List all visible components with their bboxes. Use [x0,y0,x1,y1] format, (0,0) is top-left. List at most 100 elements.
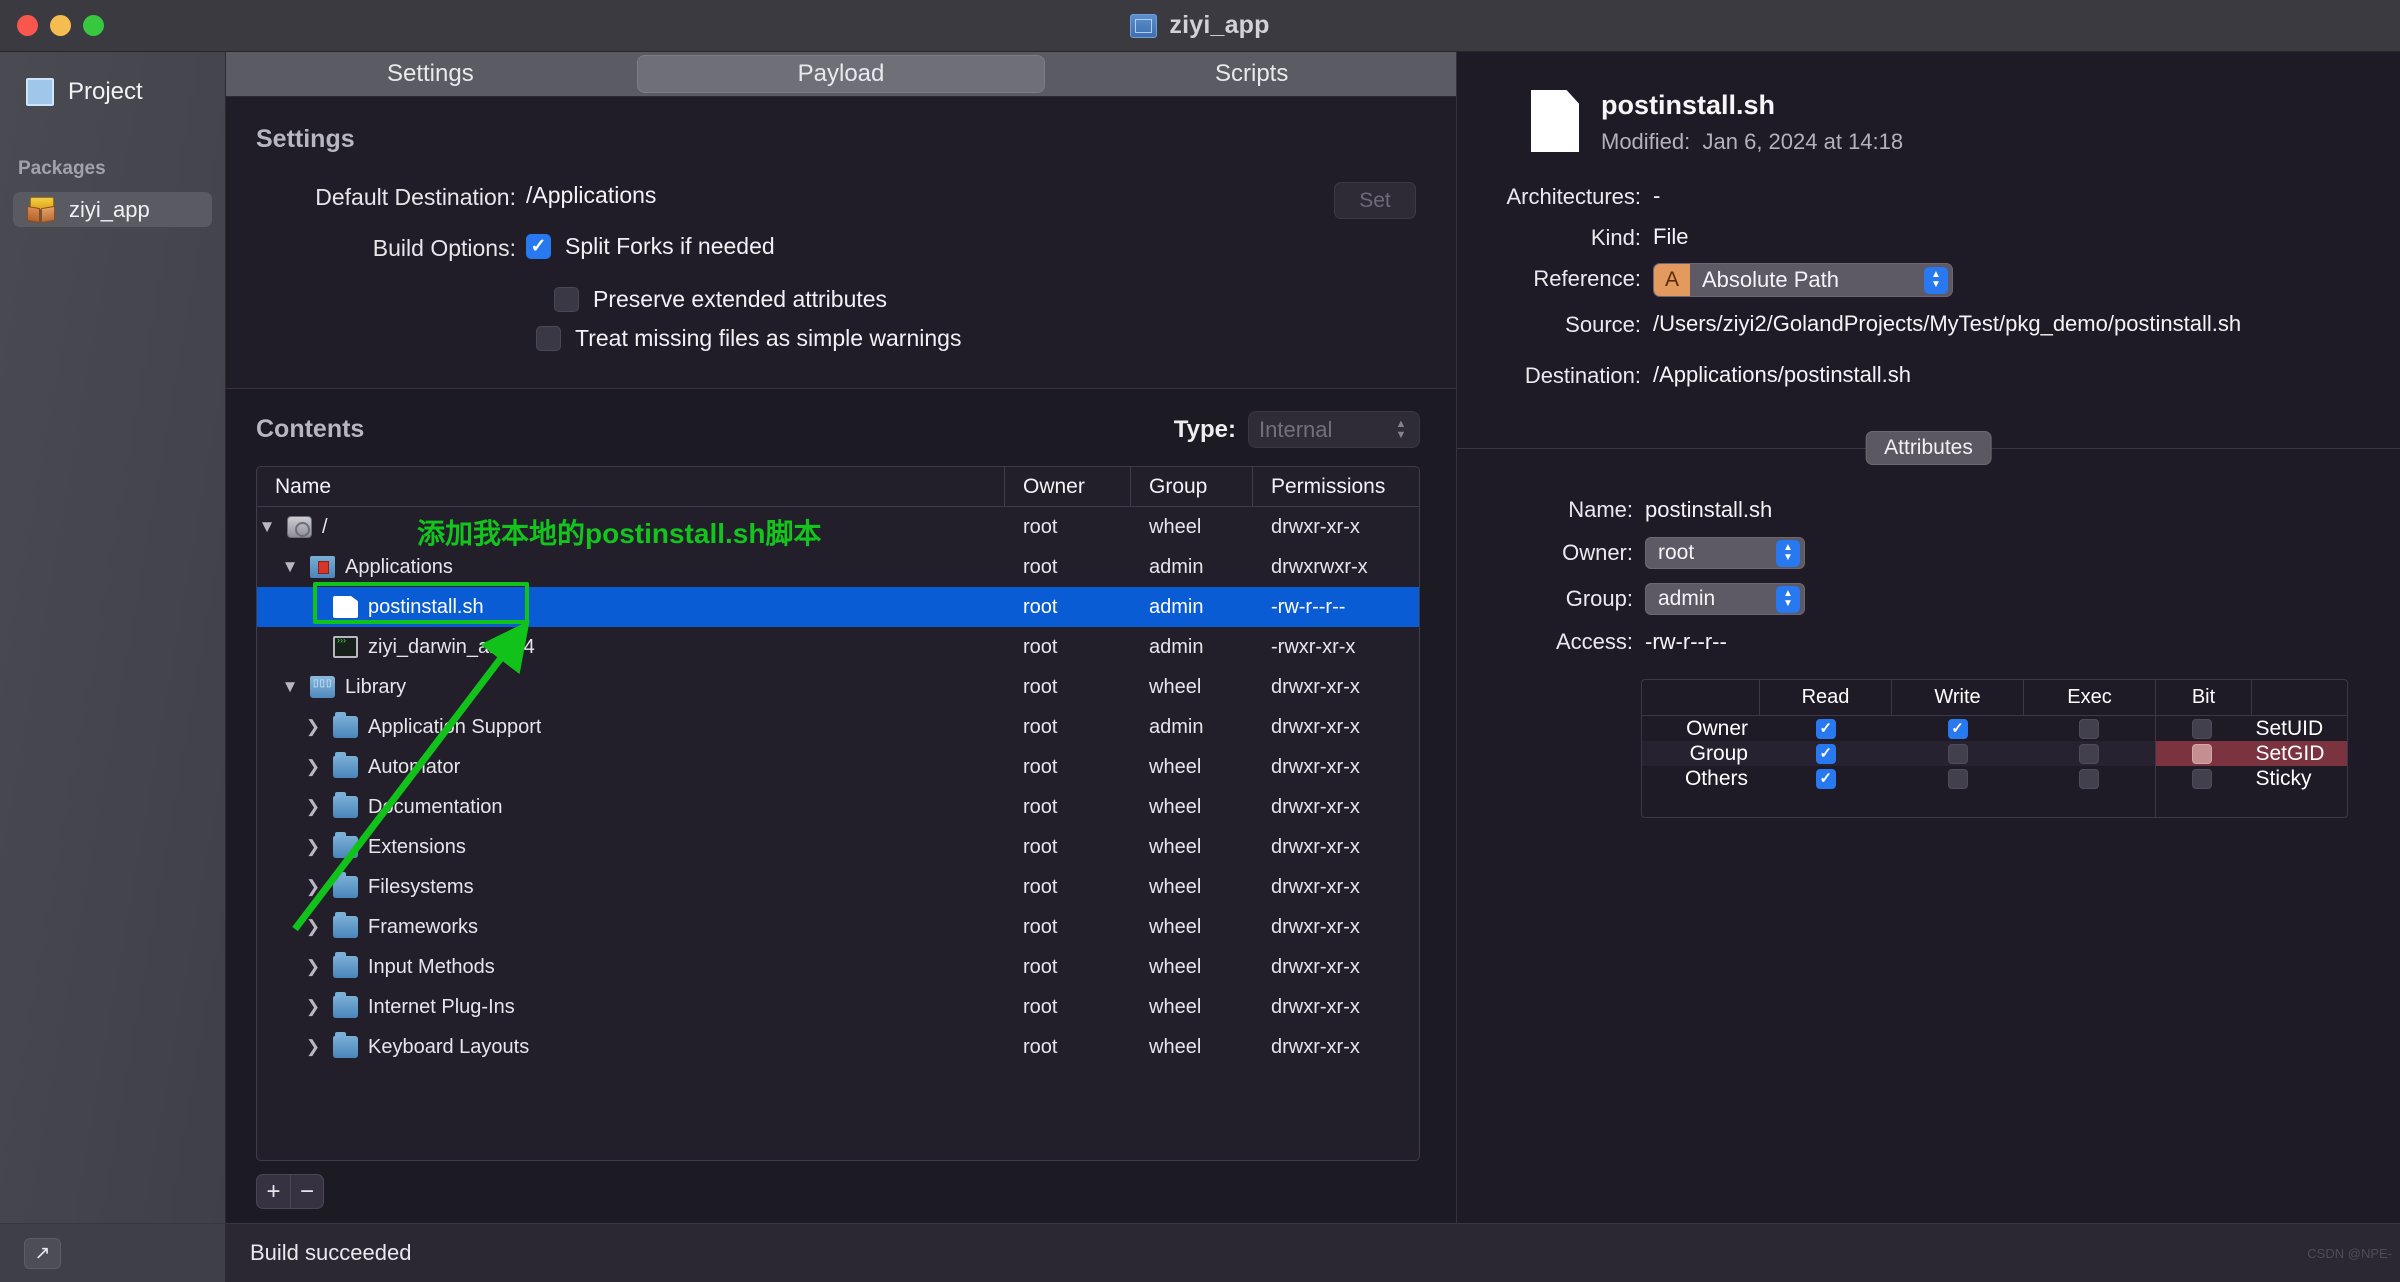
exec-checkbox-cell[interactable] [2023,718,2155,739]
treat-missing-checkbox[interactable] [536,326,561,351]
bit-label: Sticky [2255,766,2312,790]
column-header-name[interactable]: Name [257,467,1005,506]
read-checkbox[interactable] [1815,768,1836,789]
read-checkbox-cell[interactable] [1760,768,1892,789]
export-arrow-icon[interactable]: ↗ [24,1237,61,1269]
read-checkbox-cell[interactable] [1760,743,1892,764]
tab-payload[interactable]: Payload [636,55,1046,93]
table-row[interactable]: ▼ Library root wheel drwxr-xr-x [257,667,1419,707]
table-row[interactable]: ❯ Extensions root wheel drwxr-xr-x [257,827,1419,867]
reference-select[interactable]: A Absolute Path ▲ ▼ [1653,263,1953,298]
table-row[interactable]: ❯ Automator root wheel drwxr-xr-x [257,747,1419,787]
chevron-right-icon[interactable]: ❯ [303,997,323,1017]
folder-icon [333,912,358,938]
chevron-updown-icon[interactable]: ▲ ▼ [1776,585,1800,613]
add-item-button[interactable]: + [257,1175,290,1208]
column-header-owner[interactable]: Owner [1005,467,1131,506]
table-row[interactable]: ❯ Input Methods root wheel drwxr-xr-x [257,947,1419,987]
chevron-right-icon[interactable]: ❯ [303,717,323,737]
library-folder-icon [310,676,335,698]
type-select[interactable]: Internal ▲ ▼ [1248,411,1420,448]
bit-checkbox-cell[interactable] [2156,718,2248,739]
permissions-left-grid: Read Write Exec OwnerGroupOthers [1642,680,2155,817]
cell-name: ❯ Input Methods [257,952,1005,979]
bit-checkbox[interactable] [2191,718,2212,739]
option-treat-missing[interactable]: Treat missing files as simple warnings [226,325,1456,352]
maximize-button[interactable] [83,15,104,36]
table-row[interactable]: ❯ Keyboard Layouts root wheel drwxr-xr-x [257,1027,1419,1067]
permissions-bit-header-row: Bit [2156,680,2347,717]
table-row[interactable]: ▼ / root wheel drwxr-xr-x [257,507,1419,547]
exec-checkbox-cell[interactable] [2023,768,2155,789]
column-header-group[interactable]: Group [1131,467,1253,506]
chevron-right-icon[interactable]: ❯ [303,797,323,817]
table-row[interactable]: ❯ Application Support root admin drwxr-xr-x [257,707,1419,747]
minimize-button[interactable] [50,15,71,36]
exec-checkbox[interactable] [2079,718,2100,739]
exec-checkbox[interactable] [2079,768,2100,789]
chevron-down-icon[interactable]: ▼ [257,517,277,537]
attributes-tab[interactable]: Attributes [1865,431,1992,466]
remove-item-button[interactable]: − [290,1175,323,1208]
write-checkbox-cell[interactable] [1892,718,2024,739]
close-button[interactable] [17,15,38,36]
cell-owner: root [1023,875,1058,898]
option-split-forks[interactable]: Split Forks if needed [526,233,775,260]
exec-checkbox-cell[interactable] [2023,743,2155,764]
bit-checkbox-cell[interactable] [2156,768,2248,789]
bit-checkbox[interactable] [2191,768,2212,789]
write-checkbox[interactable] [1947,768,1968,789]
attributes-divider: Attributes [1457,431,2400,466]
cell-owner: root [1023,1035,1058,1058]
inspector-panel: postinstall.sh Modified: Jan 6, 2024 at … [1456,52,2400,1223]
chevron-updown-icon[interactable]: ▲ ▼ [1924,266,1948,294]
bit-checkbox-cell[interactable] [2156,743,2248,764]
table-row[interactable]: › postinstall.sh root admin -rw-r--r-- [257,587,1419,627]
group-select[interactable]: admin ▲ ▼ [1645,583,1805,616]
exec-checkbox[interactable] [2079,743,2100,764]
table-row[interactable]: ❯ Documentation root wheel drwxr-xr-x [257,787,1419,827]
table-row[interactable]: ❯ Internet Plug-Ins root wheel drwxr-xr-x [257,987,1419,1027]
read-checkbox[interactable] [1815,743,1836,764]
chevron-right-icon[interactable]: ❯ [303,1037,323,1057]
chevron-right-icon[interactable]: ❯ [303,957,323,977]
cell-group: wheel [1149,1035,1202,1058]
write-checkbox[interactable] [1947,743,1968,764]
owner-select[interactable]: root ▲ ▼ [1645,537,1805,570]
chevron-right-icon[interactable]: ❯ [303,917,323,937]
write-checkbox-cell[interactable] [1892,768,2024,789]
chevron-right-icon[interactable]: › [303,597,323,617]
attr-name-label: Name: [1568,497,1633,523]
kind-label: Kind: [1590,225,1641,251]
table-row[interactable]: › ziyi_darwin_arm64 root admin -rwxr-xr-x [257,627,1419,667]
table-row[interactable]: ❯ Frameworks root wheel drwxr-xr-x [257,907,1419,947]
column-header-permissions[interactable]: Permissions [1253,467,1419,506]
chevron-down-icon[interactable]: ▼ [280,677,300,697]
chevron-right-icon[interactable]: ❯ [303,877,323,897]
attr-owner-row: Owner: root ▲ ▼ [1457,537,2400,570]
tab-settings[interactable]: Settings [226,52,635,96]
chevron-right-icon[interactable]: ❯ [303,837,323,857]
tab-scripts[interactable]: Scripts [1047,52,1456,96]
sidebar-item-ziyi-app[interactable]: ziyi_app [13,192,212,227]
row-name-label: Application Support [368,715,542,738]
chevron-updown-icon[interactable]: ▲ ▼ [1776,539,1800,567]
sidebar-item-project[interactable]: Project [0,78,225,106]
table-row[interactable]: ❯ Filesystems root wheel drwxr-xr-x [257,867,1419,907]
package-icon [27,196,57,223]
table-row[interactable]: ▼ Applications root admin drwxrwxr-x [257,547,1419,587]
chevron-right-icon[interactable]: ❯ [303,757,323,777]
read-checkbox-cell[interactable] [1760,718,1892,739]
default-destination-value[interactable]: /Applications [526,182,656,209]
chevron-right-icon[interactable]: › [303,637,323,657]
bit-checkbox[interactable] [2191,743,2212,764]
field-kind: Kind: File [1457,222,2400,251]
write-checkbox-cell[interactable] [1892,743,2024,764]
option-preserve-xattrs[interactable]: Preserve extended attributes [226,286,1456,313]
write-checkbox[interactable] [1947,718,1968,739]
chevron-down-icon[interactable]: ▼ [280,557,300,577]
set-button[interactable]: Set [1334,182,1416,219]
split-forks-checkbox[interactable] [526,234,551,259]
read-checkbox[interactable] [1815,718,1836,739]
preserve-xattrs-checkbox[interactable] [554,287,579,312]
